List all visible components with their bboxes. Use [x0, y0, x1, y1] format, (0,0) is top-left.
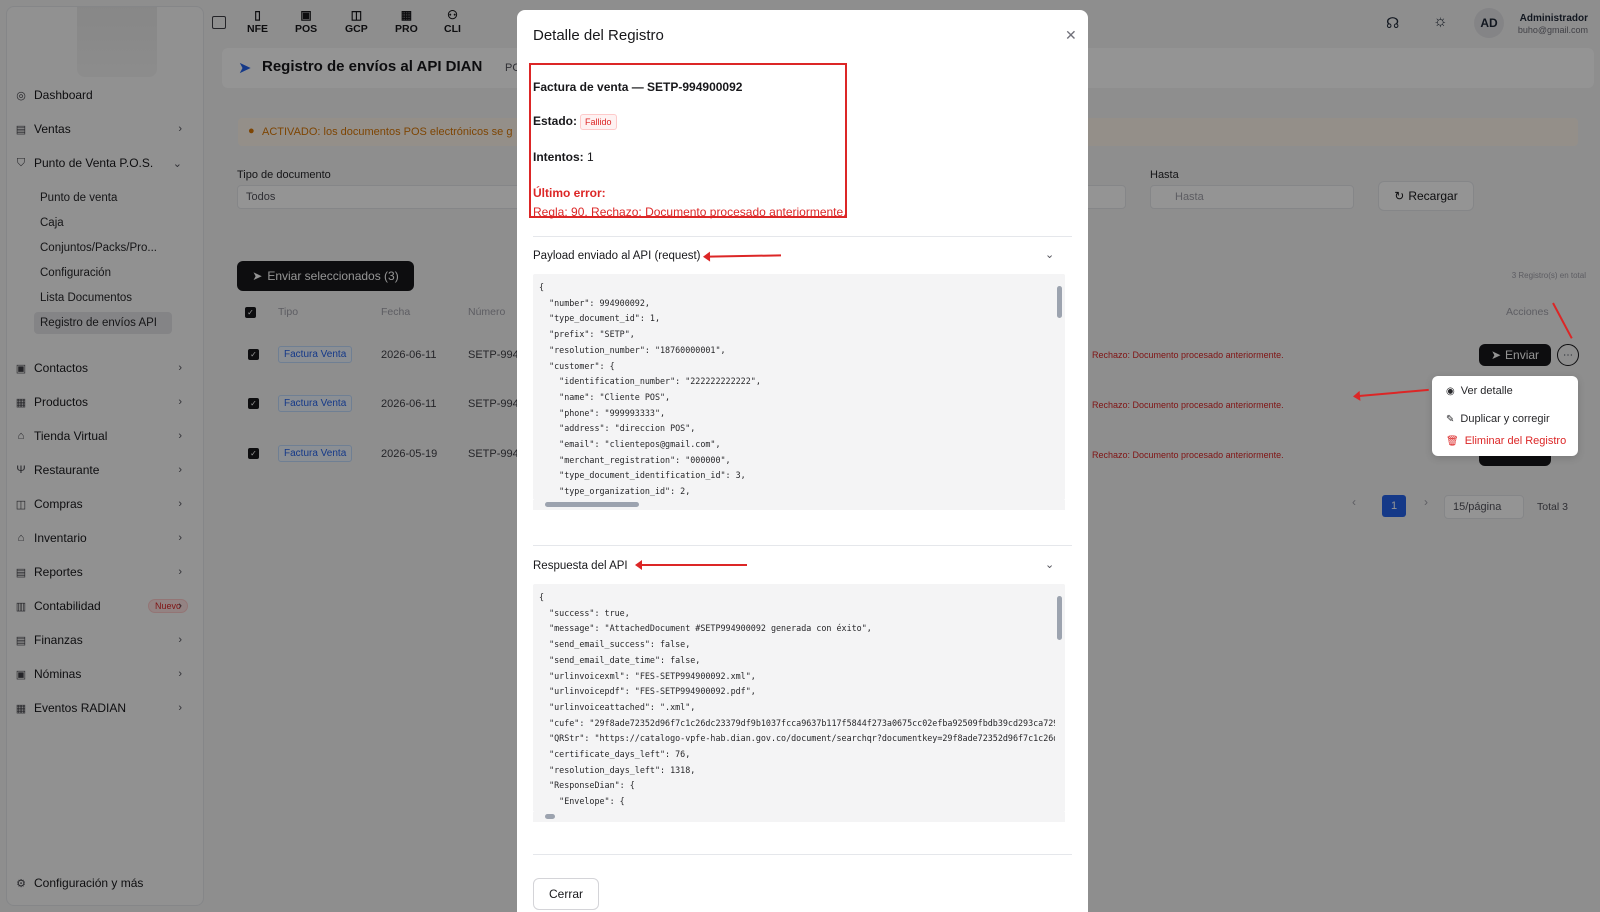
scroll-thumb[interactable]: [545, 502, 639, 507]
payload-title: Payload enviado al API (request): [533, 250, 701, 262]
trash-icon: 🗑: [1446, 435, 1459, 447]
delete-label: Eliminar del Registro: [1464, 435, 1567, 447]
horizontal-scrollbar[interactable]: [533, 812, 1065, 822]
eye-icon: ◉: [1446, 385, 1455, 397]
doc-heading: Factura de venta — SETP-994900092: [533, 80, 743, 94]
view-detail-menu-item[interactable]: ◉ Ver detalle: [1446, 385, 1513, 397]
intentos-label: Intentos:: [533, 150, 584, 164]
detail-modal: Detalle del Registro ✕ Factura de venta …: [517, 10, 1088, 912]
view-detail-label: Ver detalle: [1460, 385, 1513, 397]
intentos-line: Intentos: 1: [533, 150, 594, 164]
close-icon[interactable]: ✕: [1065, 27, 1077, 44]
close-button[interactable]: Cerrar: [533, 878, 599, 910]
pencil-icon: ✎: [1446, 413, 1455, 425]
scroll-thumb[interactable]: [1057, 286, 1062, 318]
response-title: Respuesta del API: [533, 560, 628, 572]
divider: [533, 854, 1072, 855]
chevron-down-icon: ⌄: [1045, 249, 1055, 261]
intentos-value: 1: [587, 150, 594, 164]
vertical-scrollbar[interactable]: [1055, 584, 1065, 812]
divider: [533, 236, 1072, 237]
duplicate-label: Duplicar y corregir: [1460, 413, 1550, 425]
payload-code: { "number": 994900092, "type_document_id…: [539, 282, 761, 497]
payload-code-block[interactable]: { "number": 994900092, "type_document_id…: [533, 274, 1065, 500]
delete-menu-item[interactable]: 🗑 Eliminar del Registro: [1446, 435, 1566, 447]
divider: [533, 545, 1072, 546]
estado-label: Estado:: [533, 114, 578, 129]
vertical-scrollbar[interactable]: [1055, 274, 1065, 500]
error-text: Regla: 90, Rechazo: Documento procesado …: [533, 205, 847, 219]
estado-line: Estado: Fallido: [533, 114, 617, 130]
horizontal-scrollbar[interactable]: [533, 500, 1065, 510]
annotation-arrow: [635, 560, 747, 570]
response-code-block[interactable]: { "success": true, "message": "AttachedD…: [533, 584, 1065, 812]
chevron-down-icon: ⌄: [1045, 559, 1055, 571]
response-code: { "success": true, "message": "AttachedD…: [539, 592, 1065, 807]
error-label: Último error:: [533, 186, 606, 200]
scroll-thumb[interactable]: [1057, 596, 1062, 640]
row-actions-menu: ◉ Ver detalle ✎ Duplicar y corregir 🗑 Elimi…: [1432, 376, 1578, 456]
duplicate-menu-item[interactable]: ✎ Duplicar y corregir: [1446, 413, 1550, 425]
annotation-arrow: [708, 254, 782, 258]
modal-title: Detalle del Registro: [533, 27, 664, 44]
status-badge: Fallido: [580, 114, 617, 130]
scroll-thumb[interactable]: [545, 814, 555, 819]
